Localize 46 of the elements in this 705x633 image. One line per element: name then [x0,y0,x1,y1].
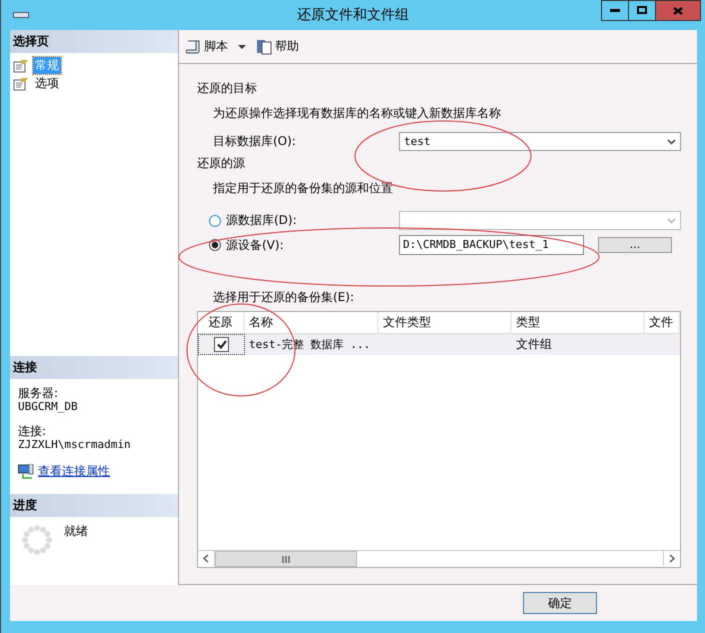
window-icon [13,12,29,18]
ok-button[interactable]: 确定 [523,592,597,614]
toolbar-button[interactable]: 脚本 [183,38,230,55]
field-label: 目标数据库(O): [213,133,297,150]
progress-status: 就绪 [64,525,88,538]
toolbar-button[interactable]: 帮助 [254,38,301,55]
section-header: 选择页 [10,30,178,53]
computer-icon [18,464,34,479]
page-icon [13,76,29,90]
caret-icon[interactable] [238,44,246,48]
spinner-icon [22,525,52,555]
section-hint: 指定用于还原的备份集的源和位置 [213,180,394,197]
connection-label: 连接: [18,425,48,438]
table-cell-text: 文件组 [515,336,553,353]
maximize-button[interactable] [628,0,656,21]
table-label: 选择用于还原的备份集(E): [213,289,355,306]
window-title: 还原文件和文件组 [296,6,410,24]
horizontal-scrollbar[interactable] [198,550,680,567]
minimize-icon [610,8,620,12]
server-label: 服务器: [18,387,60,400]
close-button[interactable] [655,0,701,21]
server-name: UBGCRM_DB [18,400,79,413]
section-heading: 还原的源 [197,155,246,172]
page-icon [13,58,29,72]
database-dropdown[interactable]: test [399,132,681,151]
scroll-thumb[interactable] [215,551,357,567]
path-field[interactable]: D:\CRMDB_BACKUP\test_1 [399,235,584,255]
browse-button[interactable]: ... [598,237,672,253]
connection-properties-link[interactable]: 查看连接属性 [38,463,110,480]
minimize-button[interactable] [601,0,629,21]
section-heading: 还原的目标 [197,80,258,97]
radio-button[interactable] [209,239,221,251]
section-hint: 为还原操作选择现有数据库的名称或键入新数据库名称 [213,105,502,122]
chevron-icon [667,138,676,144]
section-header: 连接 [10,356,178,379]
connection-user: ZJZXLH\mscrmadmin [18,438,132,451]
close-icon [673,6,683,14]
radio-button[interactable] [209,214,221,226]
chevron-icon [667,218,676,224]
option-label: 源数据库(D): [226,212,297,229]
maximize-icon [637,6,647,15]
sidebar-item[interactable]: 选项 [33,75,61,92]
option-label: 源设备(V): [226,236,284,254]
checkbox[interactable] [214,337,229,352]
help-icon [256,38,272,54]
section-header: 进度 [10,494,178,517]
